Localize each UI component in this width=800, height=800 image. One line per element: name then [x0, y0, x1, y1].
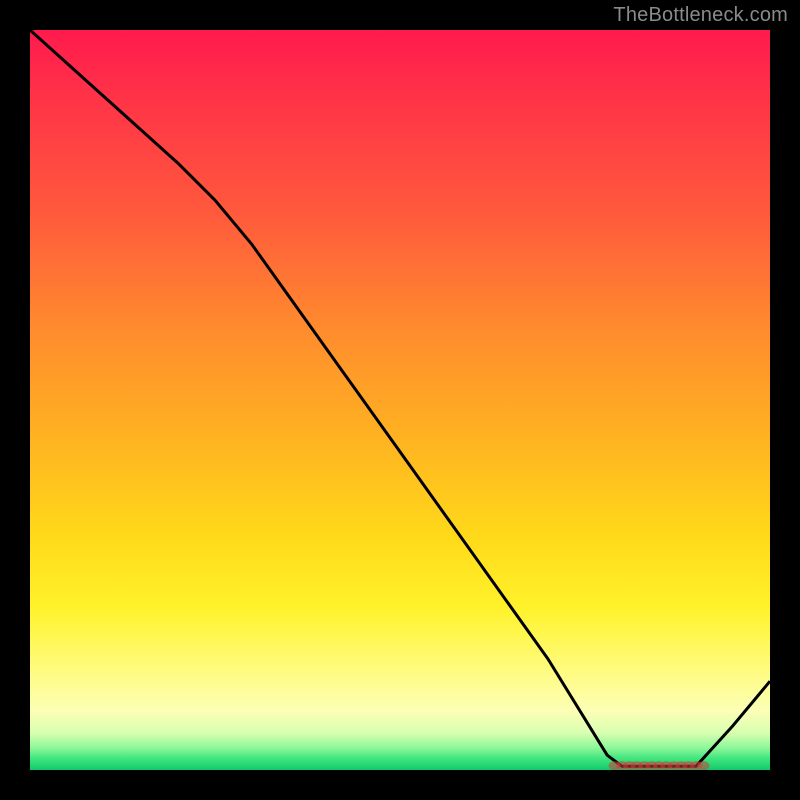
watermark-text: TheBottleneck.com — [613, 4, 788, 27]
plot-overlay — [30, 30, 770, 770]
plot-frame — [30, 30, 770, 770]
marker-cluster — [609, 761, 710, 770]
data-curve — [30, 30, 770, 766]
marker-dot — [697, 761, 709, 770]
chart-root: TheBottleneck.com — [0, 0, 800, 800]
